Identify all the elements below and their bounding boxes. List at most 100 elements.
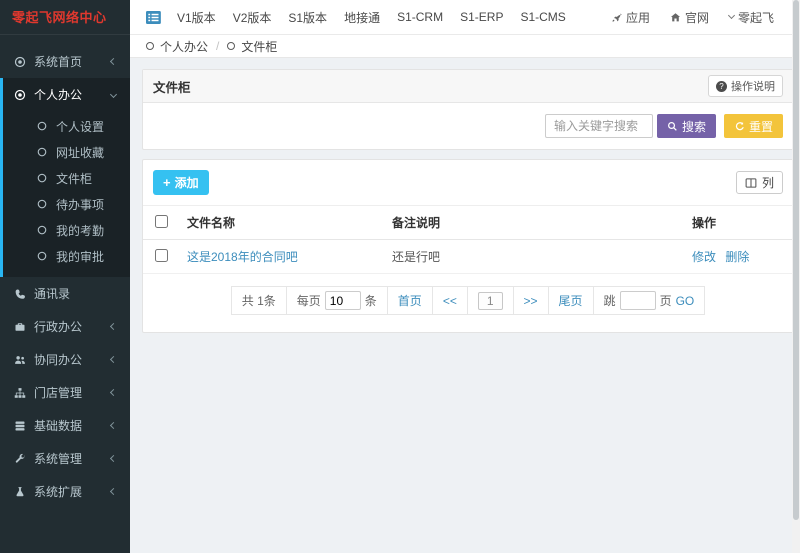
content-area: 文件柜 操作说明 搜索 重置: [130, 58, 800, 342]
edit-link[interactable]: 修改: [692, 250, 716, 264]
file-note: 还是行吧: [384, 240, 684, 274]
sidebar-item-contacts[interactable]: 通讯录: [0, 277, 130, 310]
refresh-icon: [734, 121, 745, 132]
columns-button[interactable]: 列: [736, 171, 783, 194]
tab-s1-cms[interactable]: S1-CMS: [520, 10, 565, 24]
breadcrumb-item-personal-office[interactable]: 个人办公: [160, 38, 208, 55]
sidebar-item-label: 系统管理: [34, 450, 82, 467]
user-menu[interactable]: 零起飞: [729, 9, 774, 26]
sidebar-item-label: 系统扩展: [34, 483, 82, 500]
sidebar-group-personal-office: 个人办公 个人设置 网址收藏 文件柜: [0, 78, 130, 277]
prev-page-button[interactable]: <<: [433, 287, 468, 314]
main-area: V1版本 V2版本 S1版本 地接通 S1-CRM S1-ERP S1-CMS …: [130, 0, 800, 553]
first-page-button[interactable]: 首页: [388, 287, 433, 314]
app-logo[interactable]: 零起飞网络中心: [0, 0, 130, 35]
page-title: 文件柜: [153, 77, 191, 96]
sidebar-item-file-cabinet[interactable]: 文件柜: [3, 165, 130, 191]
sidebar-item-admin-office[interactable]: 行政办公: [0, 310, 130, 343]
chevron-down-icon: [110, 91, 117, 98]
sidebar-submenu: 个人设置 网址收藏 文件柜 待办事项: [3, 111, 130, 277]
current-page-cell: 1: [468, 287, 514, 314]
help-button[interactable]: 操作说明: [708, 75, 783, 97]
next-page-button[interactable]: >>: [514, 287, 549, 314]
columns-icon: [745, 177, 757, 189]
sidebar-item-my-approvals[interactable]: 我的审批: [3, 243, 130, 269]
circle-icon: [227, 42, 235, 50]
sidebar-item-label: 个人设置: [56, 118, 104, 135]
apps-link[interactable]: 应用: [611, 9, 650, 26]
panel-header: 文件柜 操作说明: [143, 70, 793, 103]
sidebar-item-system-home[interactable]: 系统首页: [0, 45, 130, 78]
reset-button-label: 重置: [749, 118, 773, 135]
sidebar-item-label: 通讯录: [34, 285, 70, 302]
sidebar-item-system-management[interactable]: 系统管理: [0, 442, 130, 475]
tab-dijietong[interactable]: 地接通: [344, 9, 380, 26]
circle-icon: [35, 198, 48, 211]
database-icon: [13, 419, 26, 432]
dot-circle-icon: [13, 55, 26, 68]
file-list-panel: 添加 列 文件名称 备注说明 操作: [142, 159, 794, 333]
sidebar-item-base-data[interactable]: 基础数据: [0, 409, 130, 442]
pagination-wrap: 共 1条 每页 条 首页 << 1 >> 尾页: [143, 274, 793, 332]
sidebar-item-url-favorites[interactable]: 网址收藏: [3, 139, 130, 165]
delete-link[interactable]: 删除: [725, 250, 749, 264]
help-label: 操作说明: [731, 78, 775, 94]
per-page-suffix: 条: [365, 292, 377, 309]
chevron-left-icon: [110, 488, 117, 495]
files-table: 文件名称 备注说明 操作 这是2018年的合同吧 还是行吧 修改 删: [143, 205, 793, 274]
rocket-icon: [611, 12, 622, 23]
jump-page-input[interactable]: [620, 291, 656, 310]
search-button[interactable]: 搜索: [657, 114, 716, 138]
row-checkbox[interactable]: [155, 249, 168, 262]
tab-v1[interactable]: V1版本: [177, 9, 216, 26]
column-header-note[interactable]: 备注说明: [384, 206, 684, 240]
current-page[interactable]: 1: [478, 292, 503, 310]
sidebar-item-my-attendance[interactable]: 我的考勤: [3, 217, 130, 243]
total-count: 共 1条: [232, 287, 287, 314]
tab-s1-erp[interactable]: S1-ERP: [460, 10, 503, 24]
per-page-cell: 每页 条: [287, 287, 388, 314]
circle-icon: [35, 146, 48, 159]
table-toolbar: 添加 列: [143, 160, 793, 205]
site-link[interactable]: 官网: [670, 9, 709, 26]
sidebar-nav: 系统首页 个人办公 个人设置: [0, 35, 130, 508]
sidebar-item-label: 我的审批: [56, 248, 104, 265]
chevron-down-icon: [728, 12, 735, 19]
circle-icon: [146, 42, 154, 50]
breadcrumb-item-file-cabinet[interactable]: 文件柜: [241, 38, 277, 55]
chevron-left-icon: [110, 58, 117, 65]
sidebar-item-personal-settings[interactable]: 个人设置: [3, 113, 130, 139]
sidebar-item-label: 网址收藏: [56, 144, 104, 161]
sidebar-item-todo-items[interactable]: 待办事项: [3, 191, 130, 217]
per-page-input[interactable]: [325, 291, 361, 310]
chevron-left-icon: [110, 455, 117, 462]
search-button-label: 搜索: [682, 118, 706, 135]
reset-button[interactable]: 重置: [724, 114, 783, 138]
tab-s1[interactable]: S1版本: [288, 9, 327, 26]
circle-icon: [35, 120, 48, 133]
user-name: 零起飞: [738, 9, 774, 26]
search-input[interactable]: [545, 114, 653, 138]
last-page-button[interactable]: 尾页: [549, 287, 594, 314]
vertical-scrollbar[interactable]: [792, 0, 800, 553]
navbar-right: 应用 官网 零起飞: [611, 9, 774, 26]
tab-s1-crm[interactable]: S1-CRM: [397, 10, 443, 24]
sidebar-item-store-management[interactable]: 门店管理: [0, 376, 130, 409]
sidebar-item-system-extension[interactable]: 系统扩展: [0, 475, 130, 508]
columns-button-label: 列: [762, 174, 774, 191]
scrollbar-thumb[interactable]: [793, 0, 799, 520]
file-name-link[interactable]: 这是2018年的合同吧: [187, 250, 298, 264]
go-button[interactable]: GO: [676, 294, 695, 308]
table-row: 这是2018年的合同吧 还是行吧 修改 删除: [143, 240, 793, 274]
sidebar-item-personal-office[interactable]: 个人办公: [3, 78, 130, 111]
select-all-checkbox[interactable]: [155, 215, 168, 228]
briefcase-icon: [13, 320, 26, 333]
chevron-left-icon: [110, 422, 117, 429]
add-button[interactable]: 添加: [153, 170, 209, 195]
sidebar-toggle-icon[interactable]: [146, 11, 161, 24]
sidebar-item-label: 待办事项: [56, 196, 104, 213]
column-header-file-name[interactable]: 文件名称: [179, 206, 384, 240]
add-button-label: 添加: [175, 174, 199, 191]
tab-v2[interactable]: V2版本: [233, 9, 272, 26]
sidebar-item-collab-office[interactable]: 协同办公: [0, 343, 130, 376]
